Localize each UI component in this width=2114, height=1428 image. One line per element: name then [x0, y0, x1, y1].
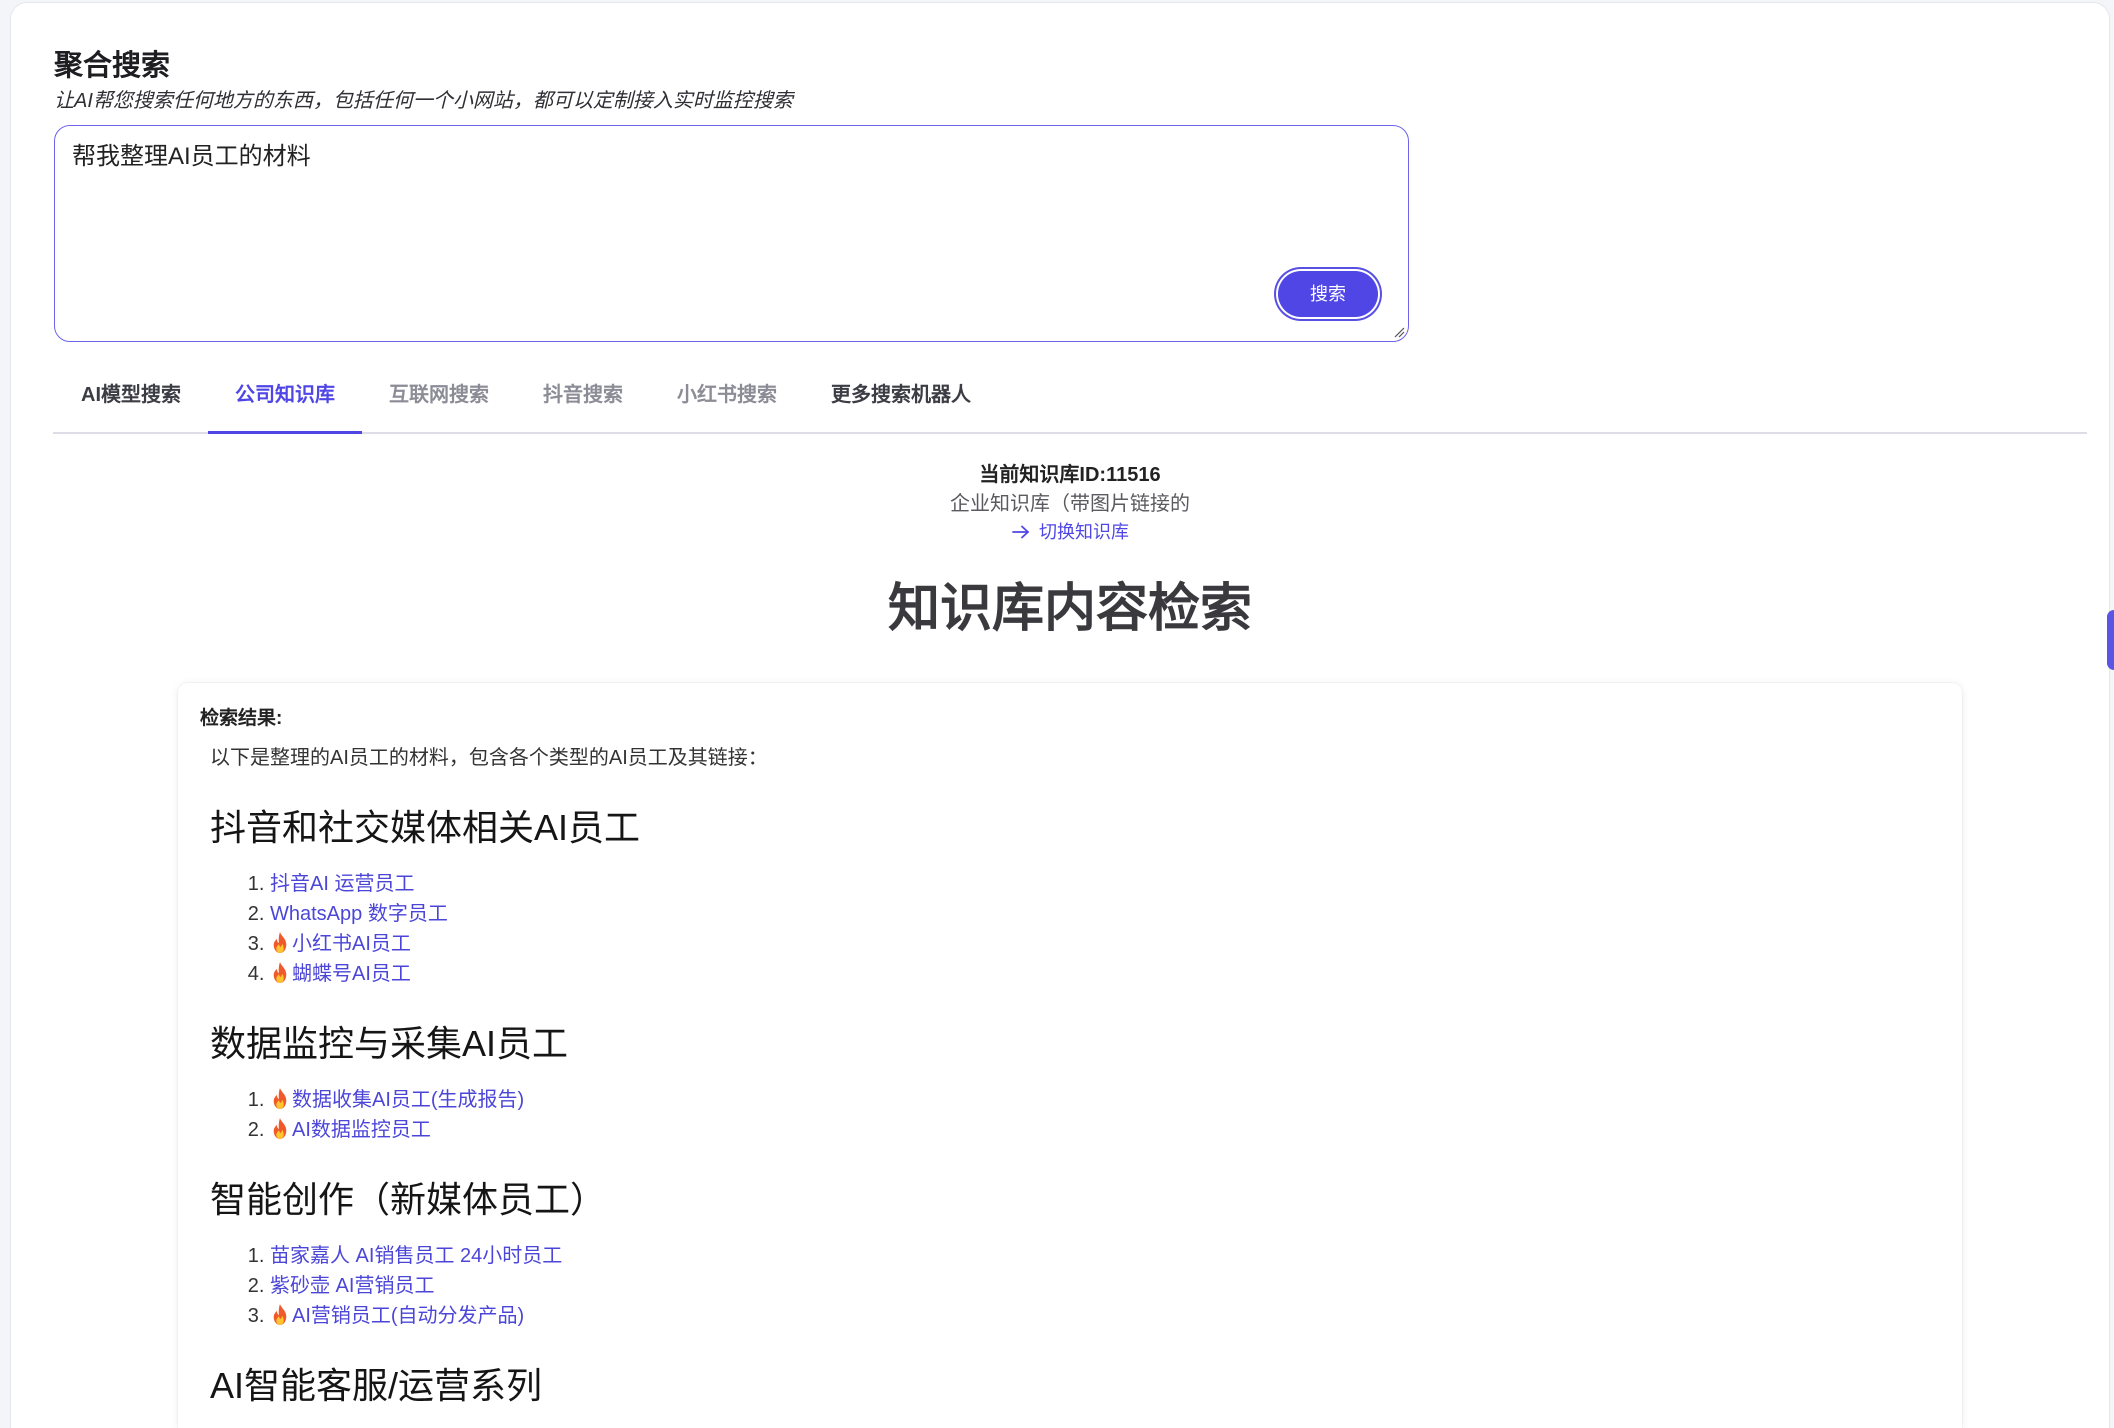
- result-section: 抖音和社交媒体相关AI员工 抖音AI 运营员工 WhatsApp 数字员工 小红…: [200, 806, 1940, 989]
- section-heading: AI智能客服/运营系列: [210, 1365, 543, 1406]
- results-intro: 以下是整理的AI员工的材料，包含各个类型的AI员工及其链接：: [210, 747, 768, 769]
- tab-label: 公司知识库: [235, 384, 335, 406]
- employee-list: 抖音AI 运营员工 WhatsApp 数字员工 小红书AI员工 蝴蝶号AI员工: [200, 869, 1940, 989]
- knowledge-base-name: 企业知识库（带图片链接的: [950, 493, 1190, 515]
- tab-more-search-bots[interactable]: 更多搜索机器人: [804, 372, 998, 433]
- employee-link[interactable]: 苗家嘉人 AI销售员工 24小时员工: [270, 1245, 562, 1267]
- employee-link[interactable]: 紫砂壶 AI营销员工: [270, 1275, 434, 1297]
- arrow-right-icon: [1012, 525, 1029, 539]
- list-item: 数据收集AI员工(生成报告): [270, 1085, 1940, 1115]
- employee-link-label: 数据收集AI员工(生成报告): [292, 1089, 525, 1111]
- employee-link[interactable]: AI营销员工(自动分发产品): [270, 1305, 524, 1327]
- result-section: 数据监控与采集AI员工 数据收集AI员工(生成报告) AI数据监控员工: [200, 1022, 1940, 1145]
- tab-label: 小红书搜索: [677, 384, 777, 406]
- list-item: AI数据监控员工: [270, 1115, 1940, 1145]
- employee-link[interactable]: AI数据监控员工: [270, 1119, 431, 1141]
- switch-knowledge-base-link[interactable]: 切换知识库: [1011, 518, 1129, 546]
- page-title: 聚合搜索: [54, 50, 171, 82]
- employee-link[interactable]: 蝴蝶号AI员工: [270, 963, 411, 985]
- search-box: 帮我整理AI员工的材料 搜索: [54, 125, 1409, 342]
- tab-ai-model-search[interactable]: AI模型搜索: [54, 372, 208, 433]
- list-item: AI营销员工(自动分发产品): [270, 1301, 1940, 1331]
- employee-link-label: 紫砂壶 AI营销员工: [270, 1275, 435, 1297]
- section-heading: 抖音和社交媒体相关AI员工: [210, 807, 641, 848]
- fire-icon: [270, 962, 290, 983]
- result-section: AI智能客服/运营系列: [200, 1364, 1940, 1408]
- employee-link[interactable]: 数据收集AI员工(生成报告): [270, 1089, 524, 1111]
- list-item: 小红书AI员工: [270, 929, 1940, 959]
- search-input[interactable]: 帮我整理AI员工的材料: [55, 126, 1408, 341]
- fire-icon: [270, 1088, 290, 1109]
- section-heading: 数据监控与采集AI员工: [210, 1023, 569, 1064]
- tab-label: 抖音搜索: [543, 384, 623, 406]
- result-section: 智能创作（新媒体员工） 苗家嘉人 AI销售员工 24小时员工 紫砂壶 AI营销员…: [200, 1178, 1940, 1331]
- employee-link[interactable]: WhatsApp 数字员工: [270, 903, 448, 925]
- employee-link-label: 小红书AI员工: [292, 933, 411, 955]
- fire-icon: [270, 932, 290, 953]
- tab-douyin-search[interactable]: 抖音搜索: [516, 372, 650, 433]
- search-button[interactable]: 搜索: [1278, 271, 1378, 317]
- fire-icon: [270, 1304, 290, 1325]
- list-item: 抖音AI 运营员工: [270, 869, 1940, 899]
- employee-link[interactable]: 小红书AI员工: [270, 933, 411, 955]
- main-heading: 知识库内容检索: [887, 580, 1252, 638]
- page-subtitle: 让AI帮您搜索任何地方的东西，包括任何一个小网站，都可以定制接入实时监控搜索: [54, 90, 793, 112]
- employee-link-label: AI营销员工(自动分发产品): [292, 1305, 525, 1327]
- employee-link-label: 蝴蝶号AI员工: [292, 963, 411, 985]
- employee-link[interactable]: 抖音AI 运营员工: [270, 873, 414, 895]
- side-floating-tab[interactable]: [2107, 610, 2114, 670]
- knowledge-base-info: 当前知识库ID:11516 企业知识库（带图片链接的 切换知识库: [53, 461, 2087, 546]
- resize-handle-icon[interactable]: [1394, 327, 1405, 338]
- results-label: 检索结果:: [200, 708, 283, 729]
- tab-xiaohongshu-search[interactable]: 小红书搜索: [650, 372, 804, 433]
- employee-link-label: WhatsApp 数字员工: [270, 903, 448, 925]
- fire-icon: [270, 1118, 290, 1139]
- list-item: 紫砂壶 AI营销员工: [270, 1271, 1940, 1301]
- list-item: WhatsApp 数字员工: [270, 899, 1940, 929]
- tab-label: AI模型搜索: [81, 384, 181, 406]
- search-tabs: AI模型搜索 公司知识库 互联网搜索 抖音搜索 小红书搜索 更多搜索机器人: [54, 372, 998, 434]
- list-item: 蝴蝶号AI员工: [270, 959, 1940, 989]
- employee-link-label: 抖音AI 运营员工: [270, 873, 415, 895]
- tab-label: 互联网搜索: [389, 384, 489, 406]
- employee-link-label: AI数据监控员工: [292, 1119, 431, 1141]
- results-card: 检索结果: 以下是整理的AI员工的材料，包含各个类型的AI员工及其链接： 抖音和…: [178, 683, 1962, 1428]
- list-item: 苗家嘉人 AI销售员工 24小时员工: [270, 1241, 1940, 1271]
- employee-list: 苗家嘉人 AI销售员工 24小时员工 紫砂壶 AI营销员工 AI营销员工(自动分…: [200, 1241, 1940, 1331]
- tab-company-knowledge-base[interactable]: 公司知识库: [208, 372, 362, 434]
- section-heading: 智能创作（新媒体员工）: [210, 1179, 607, 1220]
- tab-internet-search[interactable]: 互联网搜索: [362, 372, 516, 433]
- employee-link-label: 苗家嘉人 AI销售员工 24小时员工: [270, 1245, 563, 1267]
- switch-knowledge-base-label: 切换知识库: [1039, 522, 1129, 542]
- employee-list: 数据收集AI员工(生成报告) AI数据监控员工: [200, 1085, 1940, 1145]
- knowledge-base-id: 当前知识库ID:11516: [979, 464, 1161, 486]
- tab-label: 更多搜索机器人: [831, 384, 971, 406]
